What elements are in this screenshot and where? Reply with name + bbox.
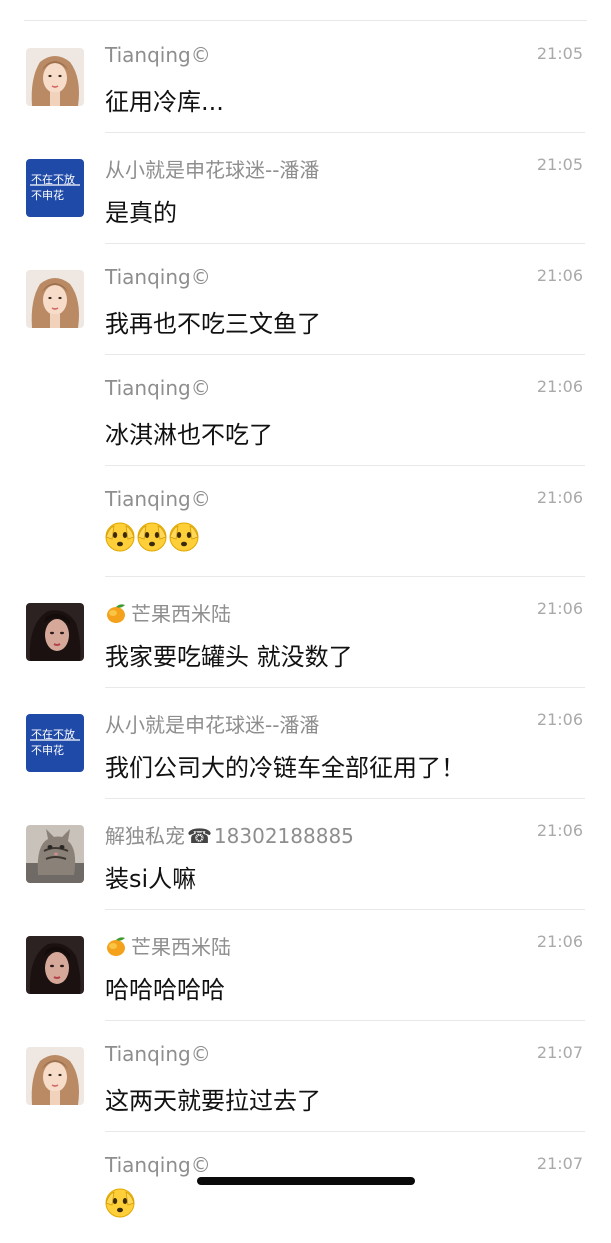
message-row[interactable]: Tianqing© 21:06 bbox=[0, 466, 611, 577]
timestamp: 21:06 bbox=[536, 266, 583, 285]
sender-name: 解独私宠 ☎ 18302188885 bbox=[105, 824, 354, 848]
sender-name: Tianqing© bbox=[105, 1042, 211, 1066]
message-row[interactable]: Tianqing© 21:05 征用冷库... bbox=[0, 22, 611, 133]
timestamp: 21:06 bbox=[536, 710, 583, 729]
message-text: 征用冷库... bbox=[105, 88, 224, 116]
avatar[interactable] bbox=[26, 936, 84, 994]
message-row[interactable]: 不在不放 不申花 从小就是申花球迷--潘潘 21:05 是真的 bbox=[0, 133, 611, 244]
message-row[interactable]: 不在不放 不申花 从小就是申花球迷--潘潘 21:06 我们公司大的冷链车全部征… bbox=[0, 688, 611, 799]
avatar[interactable] bbox=[26, 1047, 84, 1105]
message-text bbox=[105, 522, 201, 552]
timestamp: 21:05 bbox=[536, 44, 583, 63]
message-text: 我们公司大的冷链车全部征用了！ bbox=[105, 754, 465, 782]
badge-text-top: 不在不放 bbox=[31, 727, 75, 741]
avatar[interactable] bbox=[26, 825, 84, 883]
top-divider bbox=[24, 20, 587, 21]
message-text: 我家要吃罐头 就没数了 bbox=[105, 643, 353, 671]
blushing-face-emoji-icon bbox=[169, 522, 199, 552]
message-text bbox=[105, 1188, 137, 1218]
blushing-face-emoji-icon bbox=[137, 522, 167, 552]
avatar[interactable] bbox=[26, 603, 84, 661]
phone-emoji-icon: ☎ bbox=[187, 824, 212, 848]
sender-name: Tianqing© bbox=[105, 376, 211, 400]
message-text: 是真的 bbox=[105, 199, 177, 227]
avatar[interactable]: 不在不放 不申花 bbox=[26, 159, 84, 217]
timestamp: 21:05 bbox=[536, 155, 583, 174]
message-text: 冰淇淋也不吃了 bbox=[105, 421, 273, 449]
timestamp: 21:06 bbox=[536, 821, 583, 840]
message-row[interactable]: 芒果西米陆 21:06 哈哈哈哈哈 bbox=[0, 910, 611, 1021]
timestamp: 21:06 bbox=[536, 488, 583, 507]
message-text: 我再也不吃三文鱼了 bbox=[105, 310, 321, 338]
message-row[interactable]: 芒果西米陆 21:06 我家要吃罐头 就没数了 bbox=[0, 577, 611, 688]
message-row[interactable]: Tianqing© 21:07 bbox=[0, 1132, 611, 1243]
message-text: 这两天就要拉过去了 bbox=[105, 1087, 321, 1115]
avatar[interactable] bbox=[26, 270, 84, 328]
message-text: 装si人嘛 bbox=[105, 865, 197, 893]
badge-text-bottom: 不申花 bbox=[31, 744, 64, 757]
mango-emoji-icon bbox=[105, 935, 127, 957]
message-row[interactable]: Tianqing© 21:06 冰淇淋也不吃了 bbox=[0, 355, 611, 466]
sender-name: 从小就是申花球迷--潘潘 bbox=[105, 713, 320, 737]
home-indicator[interactable] bbox=[197, 1177, 415, 1185]
avatar[interactable] bbox=[26, 48, 84, 106]
blushing-face-emoji-icon bbox=[105, 522, 135, 552]
timestamp: 21:06 bbox=[536, 932, 583, 951]
badge-text-bottom: 不申花 bbox=[31, 189, 64, 202]
message-text: 哈哈哈哈哈 bbox=[105, 976, 225, 1004]
timestamp: 21:06 bbox=[536, 377, 583, 396]
timestamp: 21:07 bbox=[536, 1154, 583, 1173]
message-row[interactable]: Tianqing© 21:06 我再也不吃三文鱼了 bbox=[0, 244, 611, 355]
sender-name: 芒果西米陆 bbox=[105, 931, 231, 960]
sender-name: Tianqing© bbox=[105, 1153, 211, 1177]
sender-name: Tianqing© bbox=[105, 487, 211, 511]
sender-name: Tianqing© bbox=[105, 265, 211, 289]
timestamp: 21:06 bbox=[536, 599, 583, 618]
timestamp: 21:07 bbox=[536, 1043, 583, 1062]
sender-name: Tianqing© bbox=[105, 43, 211, 67]
sender-name: 从小就是申花球迷--潘潘 bbox=[105, 158, 320, 182]
mango-emoji-icon bbox=[105, 602, 127, 624]
blushing-face-emoji-icon bbox=[105, 1188, 135, 1218]
message-row[interactable]: Tianqing© 21:07 这两天就要拉过去了 bbox=[0, 1021, 611, 1132]
message-row[interactable]: 解独私宠 ☎ 18302188885 21:06 装si人嘛 bbox=[0, 799, 611, 910]
badge-text-top: 不在不放 bbox=[31, 172, 75, 186]
avatar[interactable]: 不在不放 不申花 bbox=[26, 714, 84, 772]
sender-name: 芒果西米陆 bbox=[105, 598, 231, 627]
